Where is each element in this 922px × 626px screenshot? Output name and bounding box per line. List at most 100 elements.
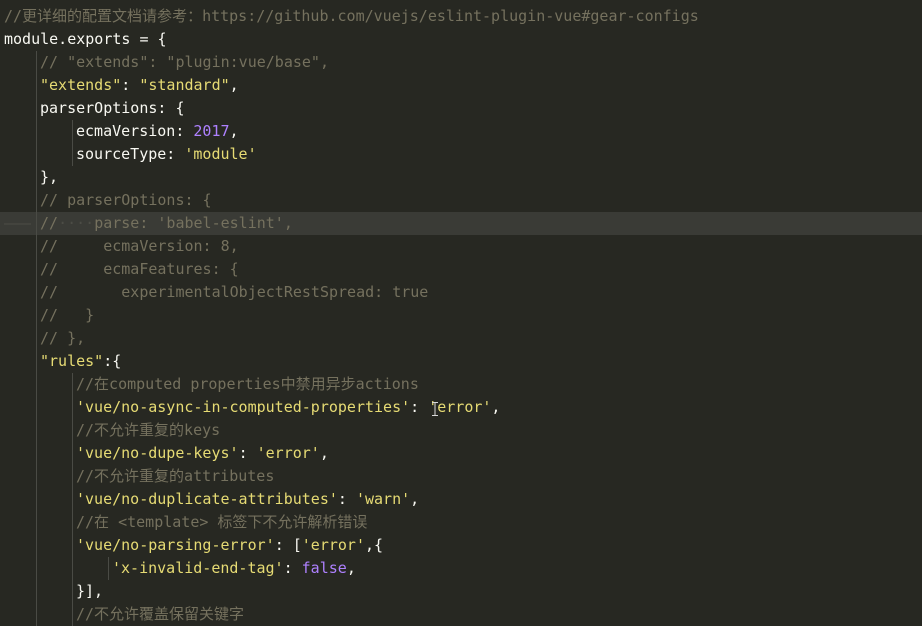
code-line[interactable]: sourceType: 'module' bbox=[0, 143, 922, 166]
code-token: //不允许重复的keys bbox=[76, 421, 221, 439]
code-token: //在computed properties中禁用异步actions bbox=[76, 375, 419, 393]
code-line-content: //在 <template> 标签下不允许解析错误 bbox=[76, 511, 367, 534]
code-token: //不允许重复的attributes bbox=[76, 467, 275, 485]
code-token: parse: 'babel-eslint', bbox=[94, 214, 293, 232]
code-token: 'x-invalid-end-tag' bbox=[112, 559, 284, 577]
indent-guide bbox=[36, 235, 37, 258]
code-token: 'error' bbox=[256, 444, 320, 462]
code-token: // }, bbox=[40, 329, 86, 347]
code-line-content: //····parse: 'babel-eslint', bbox=[40, 212, 293, 235]
code-line-content: //更详细的配置文档请参考：https://github.com/vuejs/e… bbox=[4, 5, 699, 28]
code-line[interactable]: //不允许重复的attributes bbox=[0, 465, 922, 488]
code-token: // parserOptions: { bbox=[40, 191, 212, 209]
code-line[interactable]: 'vue/no-async-in-computed-properties': '… bbox=[0, 396, 922, 419]
indent-guide bbox=[36, 557, 37, 580]
code-line[interactable]: }, bbox=[0, 166, 922, 189]
indent-guide bbox=[36, 442, 37, 465]
code-line-content: }, bbox=[40, 166, 58, 189]
code-token: : bbox=[283, 559, 302, 577]
code-line-content: parserOptions: { bbox=[40, 97, 185, 120]
indent-guide bbox=[36, 97, 37, 120]
indent-guide bbox=[36, 465, 37, 488]
code-token: ···· bbox=[58, 214, 95, 232]
code-token: ecmaVersion: bbox=[76, 122, 194, 140]
indent-guide bbox=[36, 327, 37, 350]
indent-guide bbox=[72, 419, 73, 442]
code-line[interactable]: 'x-invalid-end-tag': false, bbox=[0, 557, 922, 580]
code-line[interactable]: module.exports = { bbox=[0, 28, 922, 51]
code-line[interactable]: // }, bbox=[0, 327, 922, 350]
code-line[interactable]: //不允许重复的keys bbox=[0, 419, 922, 442]
code-token: : bbox=[337, 490, 356, 508]
code-editor[interactable]: //更详细的配置文档请参考：https://github.com/vuejs/e… bbox=[0, 5, 922, 626]
indent-guide bbox=[36, 212, 37, 235]
code-line-content: // parserOptions: { bbox=[40, 189, 212, 212]
code-line-content: "rules":{ bbox=[40, 350, 121, 373]
code-line[interactable]: ecmaVersion: 2017, bbox=[0, 120, 922, 143]
indent-guide bbox=[36, 580, 37, 603]
code-token: 'vue/no-async-in-computed-properties' bbox=[76, 398, 411, 416]
code-token: ,{ bbox=[365, 536, 384, 554]
i-beam-cursor-icon bbox=[432, 402, 438, 416]
code-line-content: // }, bbox=[40, 327, 85, 350]
indent-guide bbox=[36, 534, 37, 557]
code-line[interactable]: }], bbox=[0, 580, 922, 603]
code-line[interactable]: // "extends": "plugin:vue/base", bbox=[0, 51, 922, 74]
code-line[interactable]: // ecmaFeatures: { bbox=[0, 258, 922, 281]
code-token: // experimentalObjectRestSpread: true bbox=[40, 283, 429, 301]
code-line-content: // ecmaVersion: 8, bbox=[40, 235, 239, 258]
code-token: module.exports = { bbox=[4, 30, 167, 48]
code-token: //更详细的配置文档请参考：https://github.com/vuejs/e… bbox=[4, 7, 699, 25]
code-line[interactable]: "extends": "standard", bbox=[0, 74, 922, 97]
code-line[interactable]: "rules":{ bbox=[0, 350, 922, 373]
code-token: parserOptions: { bbox=[40, 99, 185, 117]
indent-guide bbox=[36, 511, 37, 534]
code-token: , bbox=[491, 398, 501, 416]
code-token: 2017 bbox=[193, 122, 230, 140]
code-line[interactable]: 'vue/no-parsing-error': ['error',{ bbox=[0, 534, 922, 557]
code-line-content: //不允许重复的attributes bbox=[76, 465, 274, 488]
code-line[interactable]: // experimentalObjectRestSpread: true bbox=[0, 281, 922, 304]
indent-guide bbox=[72, 143, 73, 166]
code-token: // ecmaVersion: 8, bbox=[40, 237, 239, 255]
code-token: "standard" bbox=[139, 76, 230, 94]
code-line[interactable]: //不允许覆盖保留关键字 bbox=[0, 603, 922, 626]
code-line-content: 'vue/no-parsing-error': ['error',{ bbox=[76, 534, 383, 557]
code-line[interactable]: 'vue/no-duplicate-attributes': 'warn', bbox=[0, 488, 922, 511]
code-token: , bbox=[229, 76, 239, 94]
tab-arrow-indicator: ——— bbox=[4, 214, 32, 232]
code-line-content: // "extends": "plugin:vue/base", bbox=[40, 51, 329, 74]
code-line-content: // ecmaFeatures: { bbox=[40, 258, 239, 281]
code-token: 'warn' bbox=[355, 490, 411, 508]
code-line[interactable]: //更详细的配置文档请参考：https://github.com/vuejs/e… bbox=[0, 5, 922, 28]
code-line-content: 'vue/no-dupe-keys': 'error', bbox=[76, 442, 329, 465]
code-line-current[interactable]: //····parse: 'babel-eslint', ——— bbox=[0, 212, 922, 235]
indent-guide bbox=[36, 396, 37, 419]
code-token: sourceType: bbox=[76, 145, 185, 163]
indent-guide bbox=[72, 442, 73, 465]
code-line[interactable]: // parserOptions: { bbox=[0, 189, 922, 212]
code-line-content: sourceType: 'module' bbox=[76, 143, 257, 166]
code-line-content: module.exports = { bbox=[4, 28, 167, 51]
code-line-content: //不允许重复的keys bbox=[76, 419, 220, 442]
indent-guide bbox=[72, 557, 73, 580]
code-line[interactable]: parserOptions: { bbox=[0, 97, 922, 120]
code-line[interactable]: //在 <template> 标签下不允许解析错误 bbox=[0, 511, 922, 534]
code-token: , bbox=[410, 490, 420, 508]
code-line[interactable]: // } bbox=[0, 304, 922, 327]
indent-guide bbox=[36, 166, 37, 189]
indent-guide bbox=[72, 603, 73, 626]
code-line[interactable]: 'vue/no-dupe-keys': 'error', bbox=[0, 442, 922, 465]
code-line[interactable]: // ecmaVersion: 8, bbox=[0, 235, 922, 258]
code-token: "extends" bbox=[40, 76, 122, 94]
code-token: }], bbox=[76, 582, 104, 600]
indent-guide bbox=[72, 580, 73, 603]
code-line[interactable]: //在computed properties中禁用异步actions bbox=[0, 373, 922, 396]
indent-guide bbox=[36, 603, 37, 626]
code-token: : bbox=[238, 444, 257, 462]
indent-guide bbox=[72, 511, 73, 534]
code-token: //在 <template> 标签下不允许解析错误 bbox=[76, 513, 368, 531]
indent-guide bbox=[36, 304, 37, 327]
code-token: // bbox=[40, 214, 59, 232]
code-token: // } bbox=[40, 306, 95, 324]
